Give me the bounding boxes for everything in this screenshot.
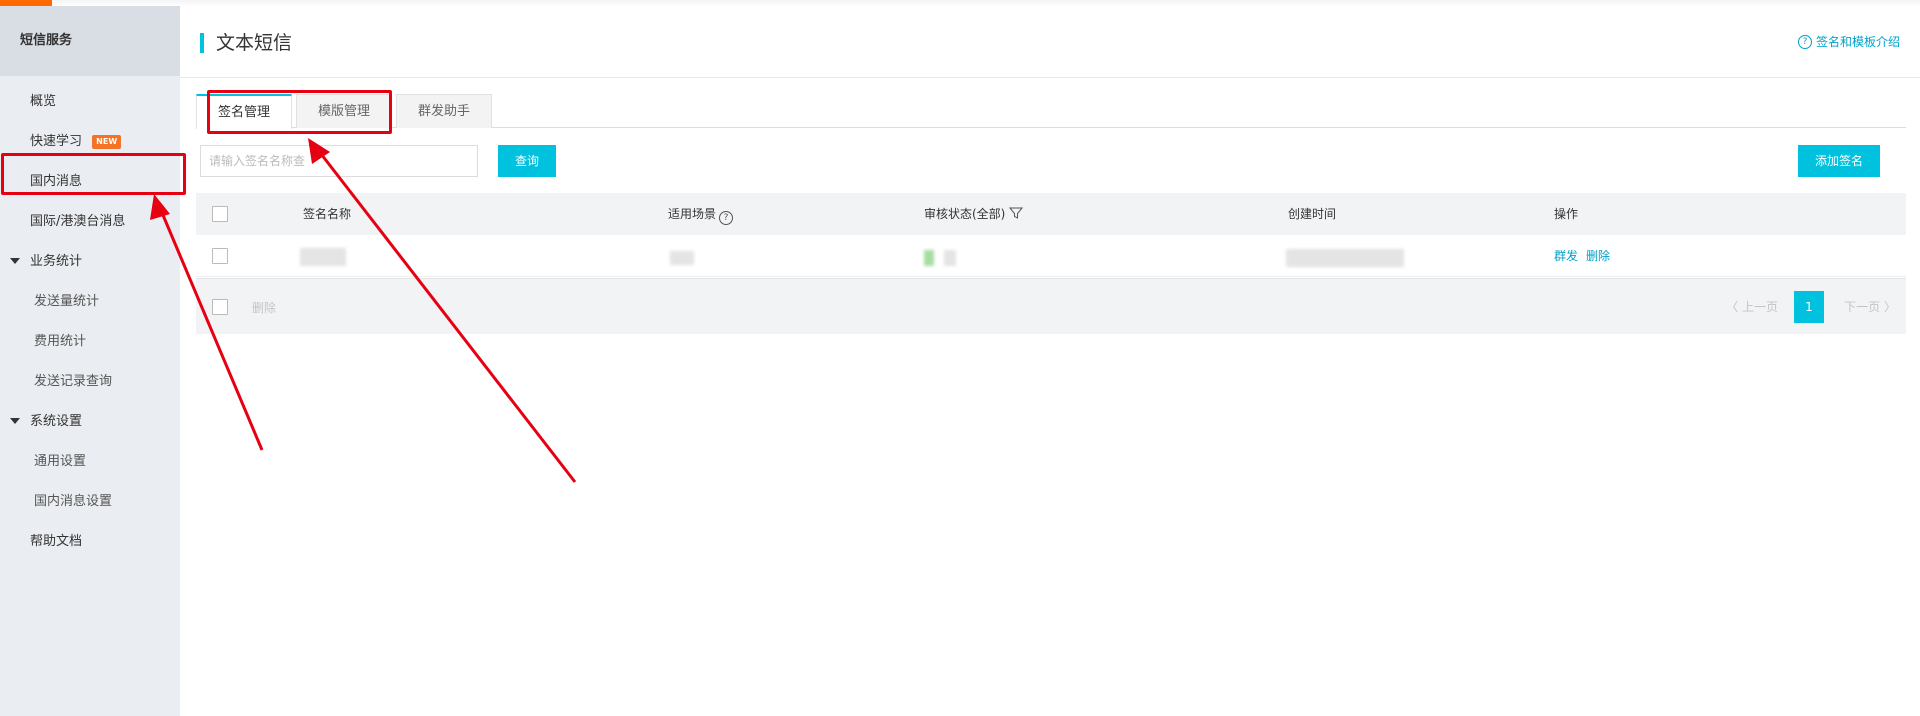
sidebar-item-label: 通用设置 bbox=[34, 454, 87, 469]
column-header-actions: 操作 bbox=[1554, 207, 1579, 221]
add-signature-button[interactable]: 添加签名 bbox=[1798, 145, 1880, 177]
help-link[interactable]: ? 签名和模板介绍 bbox=[1797, 32, 1900, 52]
row-actions: 群发 删除 bbox=[1554, 235, 1618, 277]
tab-bulk-send[interactable]: 群发助手 bbox=[396, 94, 492, 128]
sidebar-item-send-records[interactable]: 发送记录查询 bbox=[0, 369, 180, 395]
question-circle-icon: ? bbox=[1797, 35, 1812, 49]
question-circle-icon[interactable]: ? bbox=[719, 211, 734, 225]
page-title: 文本短信 bbox=[216, 32, 293, 54]
tab-signature[interactable]: 签名管理 bbox=[196, 94, 292, 129]
column-header-name: 签名名称 bbox=[303, 207, 352, 221]
tab-bar: 签名管理 模版管理 群发助手 bbox=[196, 94, 1906, 129]
sidebar-item-send-volume[interactable]: 发送量统计 bbox=[0, 289, 180, 315]
search-button[interactable]: 查询 bbox=[498, 145, 556, 177]
filter-icon[interactable] bbox=[1009, 206, 1024, 220]
sidebar-item-label: 发送量统计 bbox=[34, 294, 100, 309]
tab-label: 签名管理 bbox=[217, 105, 270, 120]
sidebar-group-settings[interactable]: 系统设置 bbox=[0, 409, 180, 435]
tab-label: 群发助手 bbox=[417, 104, 470, 119]
sidebar: 短信服务 概览 快速学习 NEW 国内消息 国际/港澳台消息 业务统计 发送量统… bbox=[0, 6, 180, 716]
sidebar-item-label: 快速学习 bbox=[30, 134, 83, 149]
page-1-button[interactable]: 1 bbox=[1794, 291, 1824, 323]
column-header-scene: 适用场景? bbox=[668, 193, 734, 235]
prev-page-button[interactable]: 〈 上一页 bbox=[1726, 297, 1778, 317]
title-accent-bar bbox=[200, 33, 204, 53]
sidebar-item-overview[interactable]: 概览 bbox=[0, 89, 180, 115]
select-all-checkbox[interactable] bbox=[212, 206, 228, 222]
sidebar-item-cost-stats[interactable]: 费用统计 bbox=[0, 329, 180, 355]
tab-label: 模版管理 bbox=[317, 104, 370, 119]
redacted-created-time bbox=[1286, 249, 1404, 267]
sidebar-item-label: 帮助文档 bbox=[30, 534, 83, 549]
column-header-label: 适用场景 bbox=[668, 207, 717, 221]
column-header-status: 审核状态(全部) bbox=[924, 193, 1024, 235]
sidebar-item-domestic-settings[interactable]: 国内消息设置 bbox=[0, 489, 180, 515]
column-header-label: 审核状态(全部) bbox=[924, 207, 1006, 221]
main-content: 文本短信 ? 签名和模板介绍 签名管理 模版管理 群发助手 查询 添加签名 签名… bbox=[180, 6, 1920, 716]
sidebar-item-label: 系统设置 bbox=[30, 414, 83, 429]
next-page-button[interactable]: 下一页 〉 bbox=[1844, 297, 1896, 317]
caret-down-icon bbox=[10, 258, 20, 264]
chevron-left-icon: 〈 bbox=[1726, 300, 1739, 314]
page-header: 文本短信 ? 签名和模板介绍 bbox=[180, 6, 1920, 78]
chevron-right-icon: 〉 bbox=[1883, 300, 1896, 314]
sidebar-header: 短信服务 bbox=[0, 6, 180, 76]
status-indicator bbox=[924, 250, 934, 266]
redacted-status bbox=[944, 250, 956, 266]
sidebar-item-label: 国际/港澳台消息 bbox=[30, 214, 126, 229]
bulk-send-link[interactable]: 群发 bbox=[1554, 249, 1578, 263]
help-link-label: 签名和模板介绍 bbox=[1815, 35, 1900, 49]
row-checkbox[interactable] bbox=[212, 248, 228, 264]
sidebar-item-label: 国内消息 bbox=[30, 174, 83, 189]
footer-select-all-checkbox[interactable] bbox=[212, 299, 228, 315]
new-badge: NEW bbox=[92, 135, 122, 149]
sidebar-item-label: 费用统计 bbox=[34, 334, 87, 349]
prev-page-label: 上一页 bbox=[1741, 300, 1778, 314]
table-row: 群发 删除 bbox=[196, 235, 1906, 277]
sidebar-item-label: 概览 bbox=[30, 94, 57, 109]
sidebar-item-international[interactable]: 国际/港澳台消息 bbox=[0, 209, 180, 235]
table-header: 签名名称 适用场景? 审核状态(全部) 创建时间 操作 bbox=[196, 193, 1906, 235]
sidebar-item-general-settings[interactable]: 通用设置 bbox=[0, 449, 180, 475]
delete-link[interactable]: 删除 bbox=[1586, 249, 1610, 263]
sidebar-group-statistics[interactable]: 业务统计 bbox=[0, 249, 180, 275]
sidebar-item-quick-learn[interactable]: 快速学习 NEW bbox=[0, 129, 180, 155]
sidebar-item-label: 业务统计 bbox=[30, 254, 83, 269]
sidebar-item-domestic[interactable]: 国内消息 bbox=[0, 169, 180, 195]
search-input[interactable] bbox=[200, 145, 478, 177]
batch-delete-button[interactable]: 删除 bbox=[252, 299, 276, 316]
table-footer: 删除 〈 上一页 1 下一页 〉 bbox=[196, 278, 1906, 334]
column-header-created: 创建时间 bbox=[1288, 207, 1337, 221]
tab-template[interactable]: 模版管理 bbox=[296, 94, 392, 128]
next-page-label: 下一页 bbox=[1844, 300, 1881, 314]
sidebar-item-help-docs[interactable]: 帮助文档 bbox=[0, 529, 180, 555]
redacted-name bbox=[300, 248, 346, 266]
redacted-scene bbox=[670, 251, 694, 265]
sidebar-item-label: 发送记录查询 bbox=[34, 374, 113, 389]
sidebar-item-label: 国内消息设置 bbox=[34, 494, 113, 509]
caret-down-icon bbox=[10, 418, 20, 424]
